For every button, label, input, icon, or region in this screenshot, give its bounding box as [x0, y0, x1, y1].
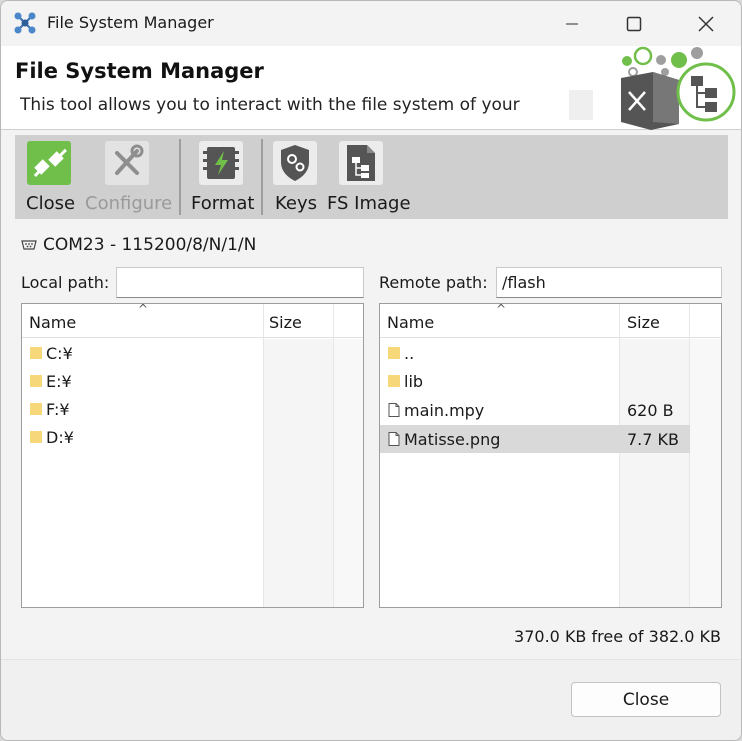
- file-icon: [388, 432, 400, 446]
- file-icon: [388, 403, 400, 417]
- remote-name-column-header[interactable]: Name: [387, 313, 434, 332]
- sort-ascending-icon: ^: [138, 303, 149, 316]
- remote-row-parent[interactable]: ..: [380, 339, 721, 367]
- folder-icon: [30, 347, 42, 359]
- sort-ascending-icon: ^: [496, 303, 507, 316]
- file-system-manager-window: File System Manager File System Manager …: [0, 0, 742, 741]
- list-item-name: main.mpy: [404, 401, 485, 420]
- toolbar-close-button[interactable]: Close: [15, 135, 85, 219]
- folder-icon: [388, 347, 400, 359]
- toolbar-close-label: Close: [26, 193, 76, 214]
- toolbar-format-button[interactable]: Format: [181, 135, 261, 219]
- remote-row-matisse-png[interactable]: Matisse.png 7.7 KB: [380, 425, 690, 453]
- connection-info: COM23 - 115200/8/N/1/N: [21, 234, 256, 256]
- remote-path-label: Remote path:: [379, 273, 488, 292]
- connection-text: COM23 - 115200/8/N/1/N: [43, 235, 257, 255]
- local-row-d[interactable]: D:¥: [22, 423, 363, 451]
- local-path-input[interactable]: [116, 267, 364, 298]
- remote-list-header: Name ^ Size: [380, 304, 721, 338]
- close-icon: [698, 15, 714, 32]
- page-description: This tool allows you to interact with th…: [20, 95, 520, 115]
- format-chip-icon: [199, 141, 243, 185]
- title-bar: File System Manager: [1, 1, 741, 46]
- folder-icon: [30, 375, 42, 387]
- list-item-name: E:¥: [46, 372, 72, 391]
- window-title: File System Manager: [47, 13, 214, 32]
- toolbar-format-label: Format: [191, 193, 255, 214]
- toolbar-keys-button[interactable]: Keys: [263, 135, 327, 219]
- local-file-list[interactable]: Name ^ Size C:¥ E:¥ F:¥ D:¥: [21, 303, 364, 608]
- close-button[interactable]: Close: [571, 682, 721, 717]
- toolbar-keys-label: Keys: [275, 193, 318, 214]
- remote-row-main-mpy[interactable]: main.mpy 620 B: [380, 396, 721, 424]
- tools-icon: [105, 141, 149, 185]
- remote-row-lib[interactable]: lib: [380, 367, 721, 395]
- local-row-f[interactable]: F:¥: [22, 395, 363, 423]
- list-item-name: Matisse.png: [404, 430, 501, 449]
- list-item-size: 620 B: [627, 401, 674, 420]
- list-item-name: ..: [404, 344, 415, 363]
- local-size-column-header[interactable]: Size: [269, 313, 302, 332]
- local-name-column-header[interactable]: Name: [29, 313, 76, 332]
- header-banner: File System Manager This tool allows you…: [1, 46, 741, 130]
- toolbar: Close Configure Format Keys FS Image: [15, 135, 728, 219]
- folder-icon: [30, 403, 42, 415]
- list-item-name: C:¥: [46, 344, 73, 363]
- list-item-name: D:¥: [46, 428, 74, 447]
- list-item-name: lib: [404, 372, 424, 391]
- remote-file-list[interactable]: Name ^ Size .. lib main.mpy 620 B Matiss…: [379, 303, 722, 608]
- folder-icon: [30, 431, 42, 443]
- minimize-icon: [566, 22, 578, 25]
- security-gear-icon: [273, 141, 317, 185]
- list-item-size: 7.7 KB: [627, 430, 679, 449]
- toolbar-fs-image-label: FS Image: [327, 193, 411, 214]
- folder-icon: [388, 375, 400, 387]
- remote-size-column-header[interactable]: Size: [627, 313, 660, 332]
- app-network-icon: [14, 12, 36, 34]
- header-placeholder-box: [569, 90, 593, 120]
- local-row-e[interactable]: E:¥: [22, 367, 363, 395]
- maximize-icon: [626, 16, 642, 31]
- toolbar-configure-button[interactable]: Configure: [85, 135, 179, 219]
- local-path-label: Local path:: [21, 273, 110, 292]
- page-title: File System Manager: [15, 59, 264, 83]
- fs-image-icon: [339, 141, 383, 185]
- local-row-c[interactable]: C:¥: [22, 339, 363, 367]
- dialog-footer: Close: [1, 659, 741, 740]
- list-item-name: F:¥: [46, 400, 70, 419]
- maximize-button[interactable]: [611, 1, 657, 46]
- toolbar-fs-image-button[interactable]: FS Image: [327, 135, 423, 219]
- minimize-button[interactable]: [549, 1, 595, 46]
- local-list-header: Name ^ Size: [22, 304, 363, 338]
- free-space-status: 370.0 KB free of 382.0 KB: [514, 627, 721, 646]
- toolbar-configure-label: Configure: [85, 193, 173, 214]
- serial-port-icon: [21, 240, 37, 250]
- disconnect-plug-icon: [27, 141, 71, 185]
- remote-path-input[interactable]: [496, 267, 722, 298]
- window-close-button[interactable]: [683, 1, 729, 46]
- fs-manager-logo-icon: [621, 46, 736, 130]
